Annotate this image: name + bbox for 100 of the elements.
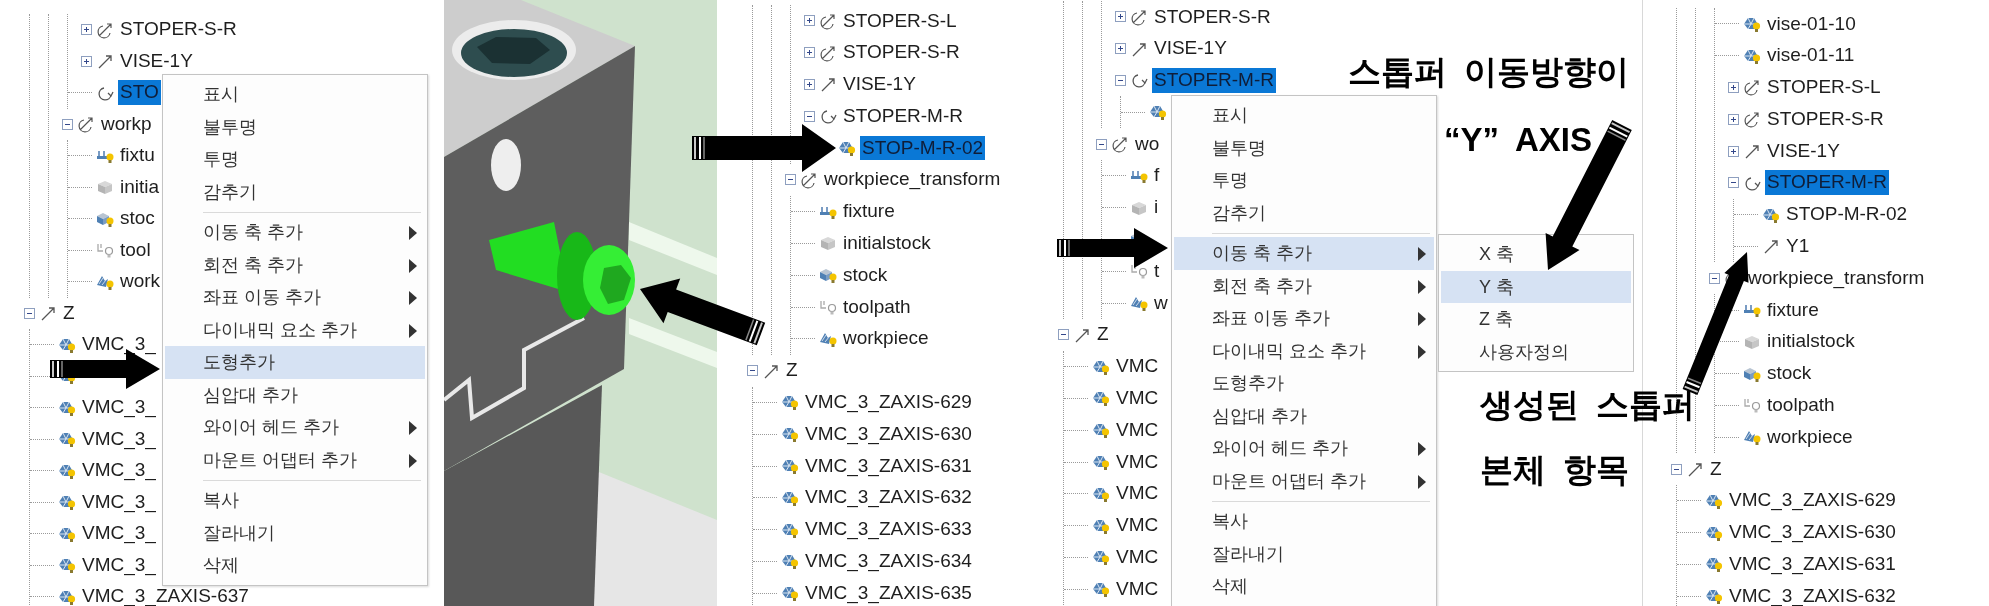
tree-item[interactable]: STOPER-S-L: [841, 8, 959, 34]
menu-item[interactable]: 와이어 헤드 추가: [165, 411, 425, 444]
tree-item[interactable]: VMC_3_ZAXIS-635: [803, 580, 974, 606]
menu-item[interactable]: Z 축: [1441, 303, 1631, 336]
tree-item[interactable]: VMC_3_ZAXIS-631: [1727, 552, 1898, 577]
menu-item[interactable]: 마운트 어댑터 추가: [165, 443, 425, 476]
tree-item[interactable]: VMC_3_ZAXIS-634: [803, 549, 974, 574]
tree-item[interactable]: STOPER-M-R: [841, 103, 965, 129]
tree-item[interactable]: VMC: [1114, 386, 1161, 411]
tree-item[interactable]: stock: [1765, 361, 1814, 387]
menu-item[interactable]: X 축: [1441, 238, 1631, 271]
tree-item[interactable]: STOPER-M-R: [1152, 68, 1276, 93]
tree-item[interactable]: Z: [1708, 456, 1724, 482]
tree-item[interactable]: VMC_3_ZAXIS-637: [80, 584, 251, 606]
tree-item[interactable]: VMC_3_: [80, 426, 158, 452]
tree-item[interactable]: w: [1152, 290, 1170, 316]
tree-item[interactable]: VMC_3_ZAXIS-629: [803, 390, 974, 415]
tree-item[interactable]: STOPER-S-R: [841, 40, 962, 66]
menu-item[interactable]: 잘라내기: [165, 516, 425, 549]
tree-item[interactable]: VMC_3_ZAXIS-633: [803, 517, 974, 543]
menu-item[interactable]: 불투명: [165, 110, 425, 143]
tree-item[interactable]: f: [1152, 163, 1162, 189]
menu-item[interactable]: 삭제: [165, 549, 425, 582]
menu-item[interactable]: 감추기: [165, 175, 425, 208]
tree-item[interactable]: VMC_3_: [80, 395, 158, 421]
tree-item[interactable]: VMC_3_: [80, 332, 158, 358]
tree-item[interactable]: VMC_3_ZAXIS-631: [803, 453, 974, 479]
tree-item[interactable]: VISE-1Y: [1152, 36, 1229, 62]
tree-item[interactable]: t: [1152, 258, 1162, 284]
tree-item[interactable]: fixtu: [118, 143, 157, 169]
menu-item[interactable]: 이동 축 추가: [1174, 237, 1434, 270]
tree-item[interactable]: VMC: [1114, 417, 1161, 443]
tree-item[interactable]: wo: [1133, 131, 1162, 157]
menu-item[interactable]: 잘라내기: [1174, 537, 1434, 570]
tree-item[interactable]: VMC_3_: [80, 489, 158, 515]
tree-item[interactable]: vise-01-11: [1765, 43, 1857, 69]
tree-item[interactable]: i: [1152, 195, 1161, 221]
menu-item[interactable]: 다이내믹 요소 추가: [1174, 334, 1434, 367]
menu-item[interactable]: 다이내믹 요소 추가: [165, 313, 425, 346]
menu-item[interactable]: 투명: [165, 143, 425, 176]
tree-item[interactable]: STOPER-S-L: [1765, 75, 1883, 100]
menu-item[interactable]: 도형추가: [165, 346, 425, 379]
tree-item[interactable]: VMC: [1114, 513, 1161, 539]
tree-item[interactable]: initia: [118, 174, 162, 200]
menu-item[interactable]: 표시: [1174, 99, 1434, 132]
tree-item[interactable]: initialstock: [841, 231, 933, 256]
menu-item[interactable]: 감추기: [1174, 196, 1434, 229]
menu-item[interactable]: 표시: [165, 78, 425, 111]
tree-item[interactable]: stock: [841, 262, 890, 288]
tree-item[interactable]: fixture: [1765, 297, 1821, 323]
tree-item[interactable]: STOP-M-R-02: [860, 135, 986, 161]
menu-item[interactable]: 복사: [165, 484, 425, 517]
tree-item[interactable]: Y1: [1784, 234, 1812, 259]
tree-item[interactable]: VMC_3_ZAXIS-630: [1727, 520, 1898, 546]
tree-item[interactable]: initialstock: [1765, 329, 1857, 355]
menu-item[interactable]: 심압대 추가: [1174, 399, 1434, 432]
tree-item[interactable]: work: [118, 269, 163, 295]
tree-item[interactable]: VMC: [1114, 354, 1161, 380]
menu-item[interactable]: 좌표 이동 추가: [1174, 302, 1434, 335]
tree-item[interactable]: STO: [118, 80, 161, 106]
tree-item[interactable]: workpiece_transform: [1746, 265, 1927, 291]
tree-item[interactable]: STOPER-S-R: [118, 17, 239, 43]
tree-item[interactable]: VMC_3_ZAXIS-629: [1727, 488, 1898, 514]
tree-item[interactable]: Z: [784, 358, 800, 384]
tree-item[interactable]: workpiece: [841, 326, 931, 352]
menu-item[interactable]: 도형추가: [1174, 367, 1434, 400]
tree-item[interactable]: VMC_3_ZAXIS-632: [803, 485, 974, 511]
menu-item[interactable]: 사용자정의: [1441, 335, 1631, 368]
tree-item[interactable]: vise-01-10: [1765, 11, 1858, 37]
menu-item[interactable]: 심압대 추가: [165, 378, 425, 411]
tree-item[interactable]: VMC: [1114, 481, 1161, 507]
menu-item[interactable]: 불투명: [1174, 131, 1434, 164]
tree-item[interactable]: VMC: [1114, 545, 1161, 570]
tree-item[interactable]: Z: [61, 300, 77, 326]
tree-item[interactable]: VMC_3_: [80, 458, 158, 484]
menu-item[interactable]: 와이어 헤드 추가: [1174, 432, 1434, 465]
menu-item[interactable]: Y 축: [1441, 270, 1631, 303]
tree-item[interactable]: toolpath: [1765, 393, 1837, 418]
menu-item[interactable]: 회전 축 추가: [165, 248, 425, 281]
menu-item[interactable]: 삭제: [1174, 570, 1434, 603]
tree-item[interactable]: workpiece: [1765, 424, 1855, 450]
menu-item[interactable]: 좌표 이동 추가: [165, 281, 425, 314]
tree-item[interactable]: workpiece_transform: [822, 167, 1003, 193]
tree-item[interactable]: VMC_3_ZAXIS-630: [803, 421, 974, 447]
tree-item[interactable]: STOPER-S-R: [1765, 106, 1886, 132]
tree-item[interactable]: toolpath: [841, 294, 913, 320]
tree-item[interactable]: fixture: [841, 199, 897, 225]
tree-item[interactable]: VMC_3_: [80, 521, 158, 547]
tree-item[interactable]: tool: [118, 237, 153, 263]
tree-item[interactable]: VMC: [1114, 449, 1161, 475]
menu-item[interactable]: 마운트 어댑터 추가: [1174, 464, 1434, 497]
menu-item[interactable]: 투명: [1174, 164, 1434, 197]
tree-item[interactable]: VMC: [1114, 576, 1161, 602]
tree-item[interactable]: STOP-M-R-02: [1784, 202, 1910, 228]
tree-item[interactable]: VMC_3_ZAXIS-632: [1727, 583, 1898, 606]
tree-item[interactable]: workp: [99, 111, 154, 137]
tree-item[interactable]: STOPER-M-R: [1765, 170, 1889, 196]
menu-item[interactable]: 회전 축 추가: [1174, 269, 1434, 302]
tree-item[interactable]: VISE-1Y: [1765, 138, 1842, 164]
tree-item[interactable]: VISE-1Y: [118, 48, 195, 74]
